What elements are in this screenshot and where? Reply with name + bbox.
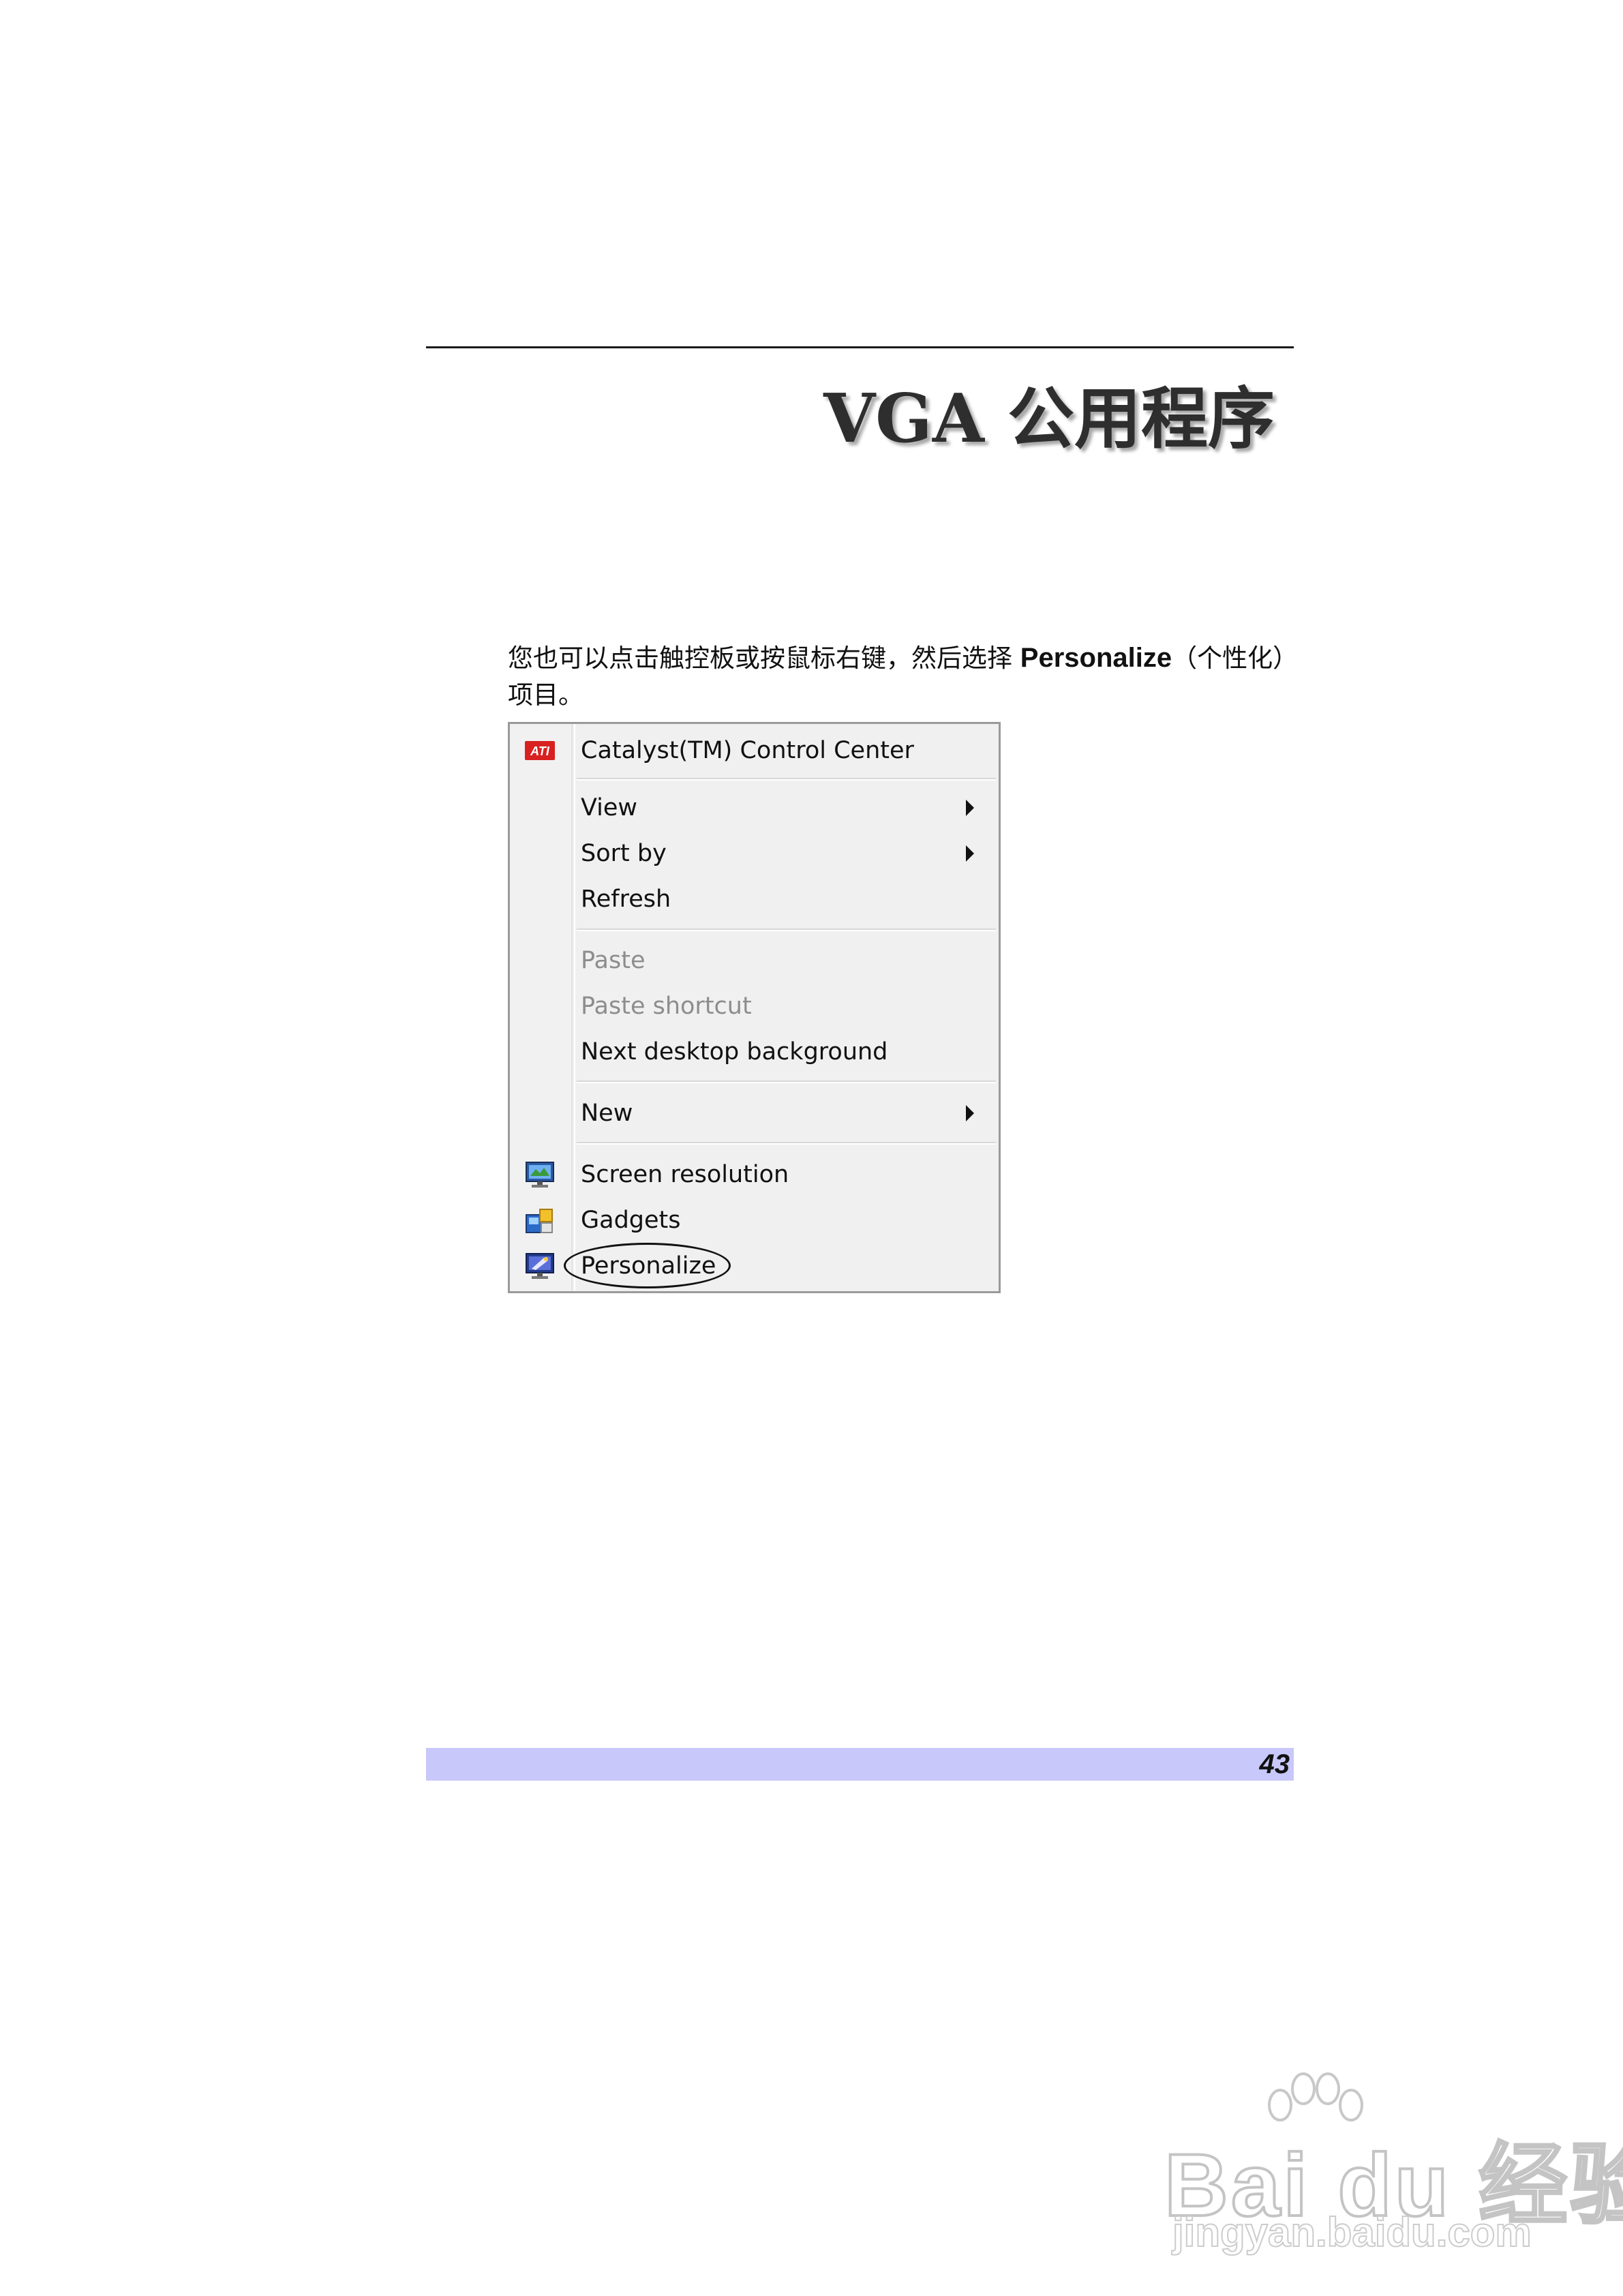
menu-item-view[interactable]: View (510, 787, 999, 829)
page-number: 43 (1259, 1749, 1290, 1779)
header-rule (426, 346, 1294, 348)
menu-item-label: Paste (581, 947, 646, 974)
menu-item-gadgets[interactable]: Gadgets (510, 1199, 999, 1241)
menu-item-label: Sort by (581, 840, 667, 867)
menu-item-label: Screen resolution (581, 1161, 789, 1188)
personalize-icon (526, 1253, 554, 1279)
submenu-arrow-icon (966, 845, 974, 862)
submenu-arrow-icon (966, 1105, 974, 1121)
menu-item-label: New (581, 1100, 633, 1127)
menu-item-label: View (581, 794, 638, 821)
desktop-context-menu: ATI Catalyst(TM) Control Center View Sor… (508, 722, 1001, 1293)
personalize-highlight-ellipse (564, 1243, 731, 1288)
menu-item-label: Next desktop background (581, 1038, 888, 1066)
ati-icon: ATI (525, 741, 555, 760)
svg-text:ATI: ATI (530, 744, 550, 758)
instruction-paragraph: 您也可以点击触控板或按鼠标右键，然后选择 Personalize（个性化）项目。 (508, 639, 1292, 714)
menu-separator (577, 928, 996, 931)
menu-item-label: Refresh (581, 886, 671, 913)
menu-item-label: Paste shortcut (581, 993, 752, 1020)
footer-bar: 43 (426, 1748, 1294, 1781)
menu-separator (577, 1081, 996, 1083)
page-title: VGA 公用程序 (823, 380, 1275, 458)
menu-item-new[interactable]: New (510, 1092, 999, 1134)
menu-item-paste[interactable]: Paste (510, 939, 999, 982)
menu-separator (577, 778, 996, 781)
menu-item-catalyst-control-center[interactable]: ATI Catalyst(TM) Control Center (510, 729, 999, 772)
menu-item-label: Catalyst(TM) Control Center (581, 737, 914, 764)
menu-item-next-desktop-background[interactable]: Next desktop background (510, 1031, 999, 1073)
menu-item-label: Gadgets (581, 1207, 681, 1234)
screen-resolution-icon (526, 1162, 554, 1188)
menu-item-paste-shortcut[interactable]: Paste shortcut (510, 985, 999, 1027)
menu-separator (577, 1142, 996, 1145)
submenu-arrow-icon (966, 800, 974, 816)
watermark-url: jingyan.baidu.com (1172, 2209, 1532, 2256)
menu-item-screen-resolution[interactable]: Screen resolution (510, 1153, 999, 1196)
gadgets-icon (526, 1209, 553, 1233)
menu-item-refresh[interactable]: Refresh (510, 878, 999, 920)
instruction-text-before: 您也可以点击触控板或按鼠标右键，然后选择 (508, 644, 1020, 673)
baidu-watermark: Bai du 经验 jingyan.baidu.com (1159, 2072, 1623, 2256)
menu-item-sort-by[interactable]: Sort by (510, 832, 999, 875)
instruction-keyword: Personalize (1020, 643, 1172, 673)
